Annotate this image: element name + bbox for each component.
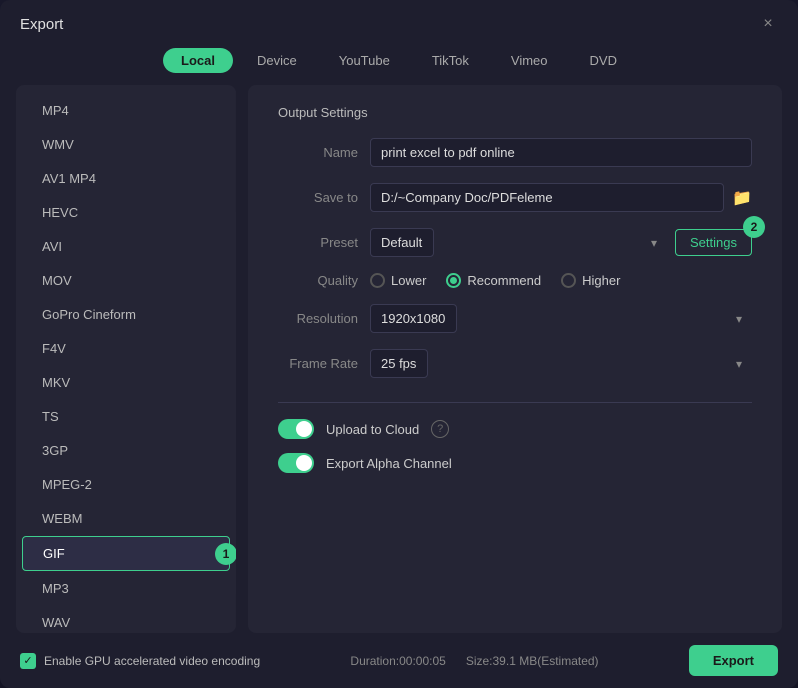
duration-label: Duration:00:00:05 xyxy=(350,654,445,668)
sidebar-item-wav[interactable]: WAV xyxy=(22,606,230,633)
upload-cloud-toggle[interactable] xyxy=(278,419,314,439)
resolution-select[interactable]: 1920x1080 xyxy=(370,304,457,333)
sidebar-item-wmv[interactable]: WMV xyxy=(22,128,230,161)
tab-tiktok[interactable]: TikTok xyxy=(414,48,487,73)
sidebar-item-mp3[interactable]: MP3 xyxy=(22,572,230,605)
quality-options: Lower Recommend Higher xyxy=(370,273,752,288)
gpu-check-group: ✓ Enable GPU accelerated video encoding xyxy=(20,653,260,669)
preset-row: Preset Default Settings 2 xyxy=(278,228,752,257)
main-content: MP4 WMV AV1 MP4 HEVC AVI MOV GoPro Cinef… xyxy=(0,85,798,633)
quality-higher-label: Higher xyxy=(582,273,620,288)
tab-bar: Local Device YouTube TikTok Vimeo DVD xyxy=(0,44,798,85)
sidebar-item-avi[interactable]: AVI xyxy=(22,230,230,263)
sidebar-item-f4v[interactable]: F4V xyxy=(22,332,230,365)
frame-rate-row: Frame Rate 25 fps xyxy=(278,349,752,378)
gpu-label: Enable GPU accelerated video encoding xyxy=(44,654,260,668)
bottom-bar: ✓ Enable GPU accelerated video encoding … xyxy=(0,633,798,688)
save-to-row: Save to 📁 xyxy=(278,183,752,212)
sidebar-item-mkv[interactable]: MKV xyxy=(22,366,230,399)
quality-row: Quality Lower Recommend Higher xyxy=(278,273,752,288)
tab-vimeo[interactable]: Vimeo xyxy=(493,48,566,73)
dialog-title: Export xyxy=(20,16,63,33)
sidebar-badge-1: 1 xyxy=(215,543,236,565)
title-bar: Export × xyxy=(0,0,798,44)
sidebar-item-av1mp4[interactable]: AV1 MP4 xyxy=(22,162,230,195)
sidebar-item-mpeg2[interactable]: MPEG-2 xyxy=(22,468,230,501)
quality-lower[interactable]: Lower xyxy=(370,273,426,288)
preset-input-group: Default Settings 2 xyxy=(370,228,752,257)
quality-recommend[interactable]: Recommend xyxy=(446,273,541,288)
preset-label: Preset xyxy=(278,235,358,250)
name-label: Name xyxy=(278,145,358,160)
frame-rate-select-wrapper: 25 fps xyxy=(370,349,752,378)
bottom-info: Duration:00:00:05 Size:39.1 MB(Estimated… xyxy=(350,654,598,668)
close-button[interactable]: × xyxy=(758,14,778,34)
sidebar-item-webm[interactable]: WEBM xyxy=(22,502,230,535)
tab-device[interactable]: Device xyxy=(239,48,315,73)
radio-recommend-circle xyxy=(446,273,461,288)
resolution-row: Resolution 1920x1080 xyxy=(278,304,752,333)
name-row: Name xyxy=(278,138,752,167)
sidebar-item-gopro[interactable]: GoPro Cineform xyxy=(22,298,230,331)
save-to-label: Save to xyxy=(278,190,358,205)
save-to-input[interactable] xyxy=(370,183,724,212)
panel-title: Output Settings xyxy=(278,105,752,120)
quality-label: Quality xyxy=(278,273,358,288)
frame-rate-label: Frame Rate xyxy=(278,356,358,371)
radio-lower-circle xyxy=(370,273,385,288)
save-to-input-group: 📁 xyxy=(370,183,752,212)
frame-rate-select[interactable]: 25 fps xyxy=(370,349,428,378)
settings-badge-2: 2 xyxy=(743,216,765,238)
gpu-checkbox[interactable]: ✓ xyxy=(20,653,36,669)
resolution-label: Resolution xyxy=(278,311,358,326)
export-dialog: Export × Local Device YouTube TikTok Vim… xyxy=(0,0,798,688)
sidebar-item-mp4[interactable]: MP4 xyxy=(22,94,230,127)
tab-youtube[interactable]: YouTube xyxy=(321,48,408,73)
size-label: Size:39.1 MB(Estimated) xyxy=(466,654,599,668)
upload-cloud-label: Upload to Cloud xyxy=(326,422,419,437)
quality-lower-label: Lower xyxy=(391,273,426,288)
tab-local[interactable]: Local xyxy=(163,48,233,73)
resolution-select-wrapper: 1920x1080 xyxy=(370,304,752,333)
radio-higher-circle xyxy=(561,273,576,288)
upload-cloud-help-icon[interactable]: ? xyxy=(431,420,449,438)
quality-recommend-label: Recommend xyxy=(467,273,541,288)
preset-select-wrapper: Default xyxy=(370,228,667,257)
preset-select[interactable]: Default xyxy=(370,228,434,257)
folder-icon[interactable]: 📁 xyxy=(732,188,752,208)
sidebar-item-3gp[interactable]: 3GP xyxy=(22,434,230,467)
divider xyxy=(278,402,752,403)
name-input[interactable] xyxy=(370,138,752,167)
settings-button[interactable]: Settings 2 xyxy=(675,229,752,256)
sidebar-item-gif[interactable]: GIF 1 xyxy=(22,536,230,571)
sidebar-item-mov[interactable]: MOV xyxy=(22,264,230,297)
tab-dvd[interactable]: DVD xyxy=(572,48,635,73)
export-alpha-toggle[interactable] xyxy=(278,453,314,473)
sidebar-item-ts[interactable]: TS xyxy=(22,400,230,433)
settings-panel: Output Settings Name Save to 📁 Preset xyxy=(248,85,782,633)
format-sidebar: MP4 WMV AV1 MP4 HEVC AVI MOV GoPro Cinef… xyxy=(16,85,236,633)
export-alpha-row: Export Alpha Channel xyxy=(278,453,752,473)
upload-cloud-row: Upload to Cloud ? xyxy=(278,419,752,439)
export-button[interactable]: Export xyxy=(689,645,778,676)
export-alpha-label: Export Alpha Channel xyxy=(326,456,452,471)
sidebar-item-hevc[interactable]: HEVC xyxy=(22,196,230,229)
quality-higher[interactable]: Higher xyxy=(561,273,620,288)
